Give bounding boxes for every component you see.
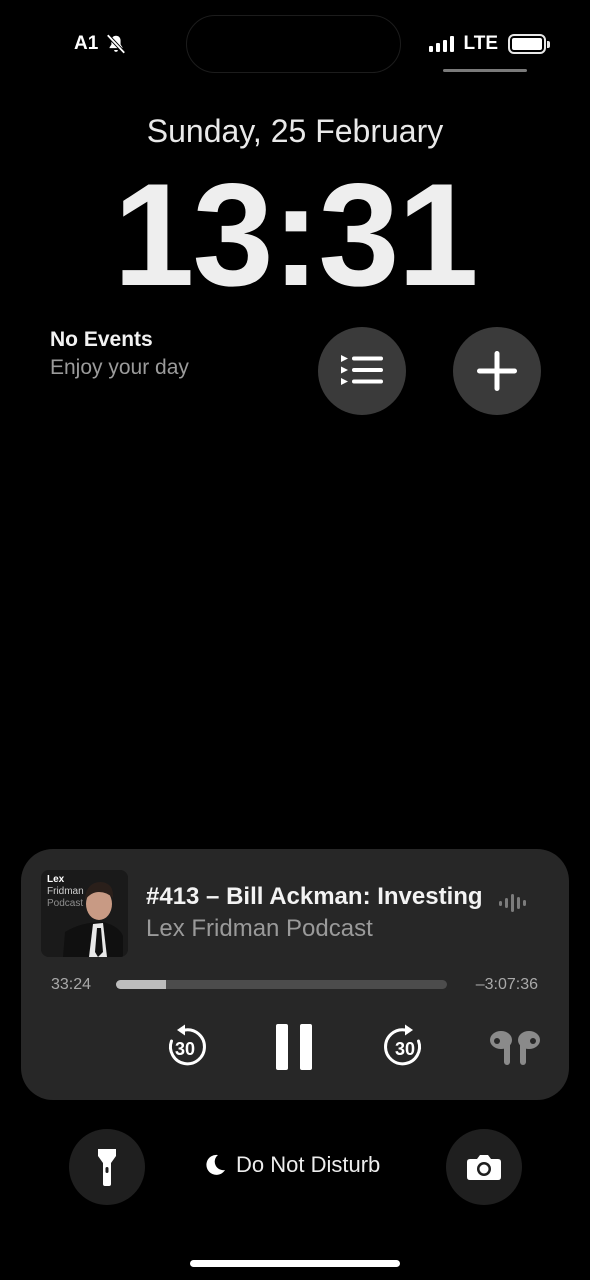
status-carrier: A1 xyxy=(74,33,128,55)
skip-forward-seconds: 30 xyxy=(395,1039,415,1059)
lock-date: Sunday, 25 February xyxy=(146,113,444,149)
elapsed-time: 33:24 xyxy=(51,976,92,993)
events-subtitle: Enjoy your day xyxy=(50,356,189,379)
skip-back-button[interactable]: 30 xyxy=(162,1024,208,1070)
add-button[interactable] xyxy=(453,327,541,415)
artwork-caption: Lex Fridman Podcast xyxy=(47,874,84,909)
playback-scrubber[interactable] xyxy=(116,980,447,989)
calendar-widget[interactable]: No Events Enjoy your day xyxy=(50,328,189,380)
events-title: No Events xyxy=(50,328,153,351)
list-icon xyxy=(341,355,383,385)
reminders-list-button[interactable] xyxy=(318,327,406,415)
audio-output-button[interactable] xyxy=(487,1029,543,1069)
pause-button[interactable] xyxy=(273,1021,315,1073)
skip-forward-button[interactable]: 30 xyxy=(382,1024,428,1070)
skip-forward-30-icon: 30 xyxy=(384,1024,422,1066)
remaining-time: –3:07:36 xyxy=(475,976,538,993)
moon-icon xyxy=(206,1154,225,1175)
status-indicator-line xyxy=(443,69,527,72)
carrier-label: A1 xyxy=(74,33,99,54)
home-indicator[interactable] xyxy=(190,1260,400,1267)
flashlight-icon xyxy=(98,1149,116,1186)
flashlight-button[interactable] xyxy=(69,1129,145,1205)
bell-slash-icon xyxy=(106,34,126,54)
network-type: LTE xyxy=(463,33,498,54)
plus-icon xyxy=(477,351,517,391)
track-title[interactable]: #413 – Bill Ackman: Investing xyxy=(146,883,486,911)
skip-back-30-icon: 30 xyxy=(168,1024,206,1066)
camera-button[interactable] xyxy=(446,1129,522,1205)
camera-icon xyxy=(467,1155,501,1180)
signal-strength-icon xyxy=(428,36,454,52)
status-indicators: LTE xyxy=(428,33,550,55)
focus-mode-label: Do Not Disturb xyxy=(236,1152,381,1177)
track-artist[interactable]: Lex Fridman Podcast xyxy=(146,915,373,943)
battery-icon xyxy=(508,34,550,54)
lock-time: 13:31 xyxy=(113,153,478,316)
airpods-icon xyxy=(490,1031,540,1065)
audio-waveform-icon xyxy=(499,893,526,913)
podcast-artwork[interactable]: Lex Fridman Podcast xyxy=(41,870,128,957)
dynamic-island[interactable] xyxy=(186,15,401,73)
skip-back-seconds: 30 xyxy=(175,1039,195,1059)
pause-icon xyxy=(276,1024,312,1070)
now-playing-widget[interactable]: Lex Fridman Podcast #413 – Bill Ackman: … xyxy=(21,849,569,1100)
focus-mode-toggle[interactable]: Do Not Disturb xyxy=(203,1152,380,1178)
playback-progress-fill xyxy=(116,980,166,989)
